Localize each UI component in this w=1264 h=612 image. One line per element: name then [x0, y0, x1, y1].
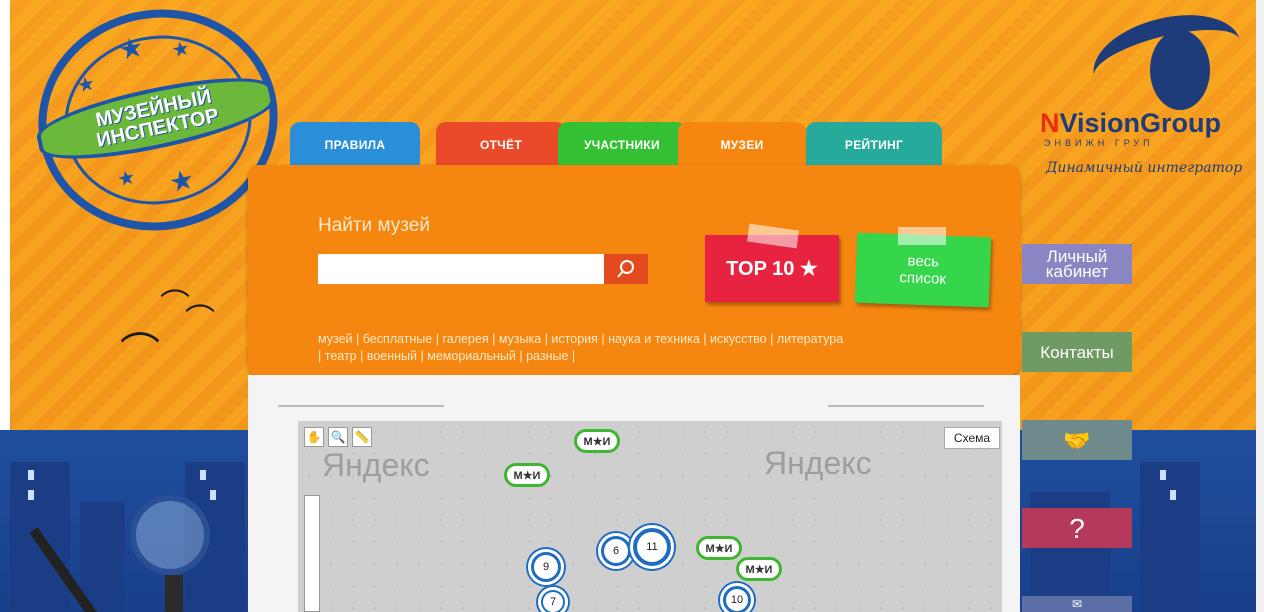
- tab-rules[interactable]: ПРАВИЛА: [290, 122, 420, 168]
- ornament-line: [278, 405, 444, 407]
- map-section: ✋ 🔍 📏 Схема Яндекс Яндекс М★И М★И М★И М★…: [248, 375, 1020, 612]
- help-button[interactable]: ?: [1022, 508, 1132, 548]
- partner-logo-dot: [1150, 30, 1210, 110]
- tab-participants[interactable]: УЧАСТНИКИ: [558, 122, 686, 168]
- bird-icon: ⌒: [185, 304, 215, 337]
- category-link[interactable]: наука и техника: [608, 332, 700, 346]
- main-tabs: ПРАВИЛА ОТЧЁТ УЧАСТНИКИ МУЗЕИ РЕЙТИНГ: [290, 122, 950, 168]
- partner-subtitle: ЭНВИЖН ГРУП: [1044, 138, 1154, 148]
- tab-report[interactable]: ОТЧЁТ: [436, 122, 566, 168]
- search-panel: Найти музей TOP 10 ★ весь список музей | …: [248, 165, 1020, 375]
- partners-button[interactable]: 🤝: [1022, 420, 1132, 460]
- search-button[interactable]: [604, 254, 648, 284]
- hand-tool-icon[interactable]: ✋: [304, 427, 324, 447]
- category-link[interactable]: разные: [526, 349, 568, 363]
- map-cluster[interactable]: 9: [528, 549, 564, 585]
- building: [80, 502, 125, 612]
- partner-name[interactable]: NVisionGroup: [1040, 108, 1221, 139]
- search-icon: [617, 260, 634, 278]
- category-link[interactable]: искусство: [710, 332, 767, 346]
- mail-button[interactable]: ✉: [1022, 596, 1132, 612]
- search-input[interactable]: [318, 254, 606, 284]
- category-link[interactable]: литература: [777, 332, 843, 346]
- search-label: Найти музей: [318, 215, 430, 236]
- tab-rating[interactable]: РЕЙТИНГ: [806, 122, 942, 168]
- tape-decoration: [898, 227, 946, 245]
- tab-museums[interactable]: МУЗЕИ: [678, 122, 806, 168]
- magnifier-icon: [130, 495, 210, 575]
- magnifier-handle: [165, 575, 183, 612]
- map-cluster[interactable]: 11: [630, 525, 674, 569]
- yandex-watermark: Яндекс: [322, 447, 430, 483]
- contacts-button[interactable]: Контакты: [1022, 332, 1132, 372]
- category-link[interactable]: военный: [367, 349, 417, 363]
- museum-pin[interactable]: М★И: [696, 536, 742, 560]
- personal-cabinet-button[interactable]: Личный кабинет: [1022, 244, 1132, 284]
- yandex-map[interactable]: ✋ 🔍 📏 Схема Яндекс Яндекс М★И М★И М★И М★…: [298, 421, 1002, 612]
- museum-pin[interactable]: М★И: [504, 463, 550, 487]
- star-icon: ★: [115, 30, 147, 67]
- category-link[interactable]: галерея: [442, 332, 488, 346]
- map-cluster[interactable]: 6: [598, 533, 634, 569]
- yandex-watermark: Яндекс: [764, 445, 872, 481]
- scheme-button[interactable]: Схема: [944, 427, 1000, 449]
- category-link[interactable]: театр: [325, 349, 357, 363]
- handshake-icon: 🤝: [1063, 427, 1091, 453]
- ornament-line: [828, 405, 984, 407]
- map-cluster[interactable]: 7: [538, 587, 568, 612]
- building: [1140, 462, 1200, 612]
- bird-icon: ⌒: [120, 331, 160, 375]
- category-link[interactable]: музыка: [499, 332, 541, 346]
- mail-icon: ✉: [1071, 596, 1083, 611]
- zoom-tool-icon[interactable]: 🔍: [328, 427, 348, 447]
- category-link[interactable]: история: [551, 332, 597, 346]
- category-link[interactable]: мемориальный: [427, 349, 516, 363]
- page-scrollbar[interactable]: [1256, 0, 1264, 612]
- zoom-slider[interactable]: [304, 495, 320, 612]
- map-cluster[interactable]: 10: [720, 583, 754, 612]
- category-link[interactable]: бесплатные: [363, 332, 433, 346]
- museum-pin[interactable]: М★И: [574, 429, 620, 453]
- ruler-tool-icon[interactable]: 📏: [352, 427, 372, 447]
- museum-pin[interactable]: М★И: [736, 557, 782, 581]
- partner-tagline: Динамичный интегратор: [1046, 160, 1243, 176]
- category-link[interactable]: музей: [318, 332, 353, 346]
- category-links: музей | бесплатные | галерея | музыка | …: [318, 332, 844, 363]
